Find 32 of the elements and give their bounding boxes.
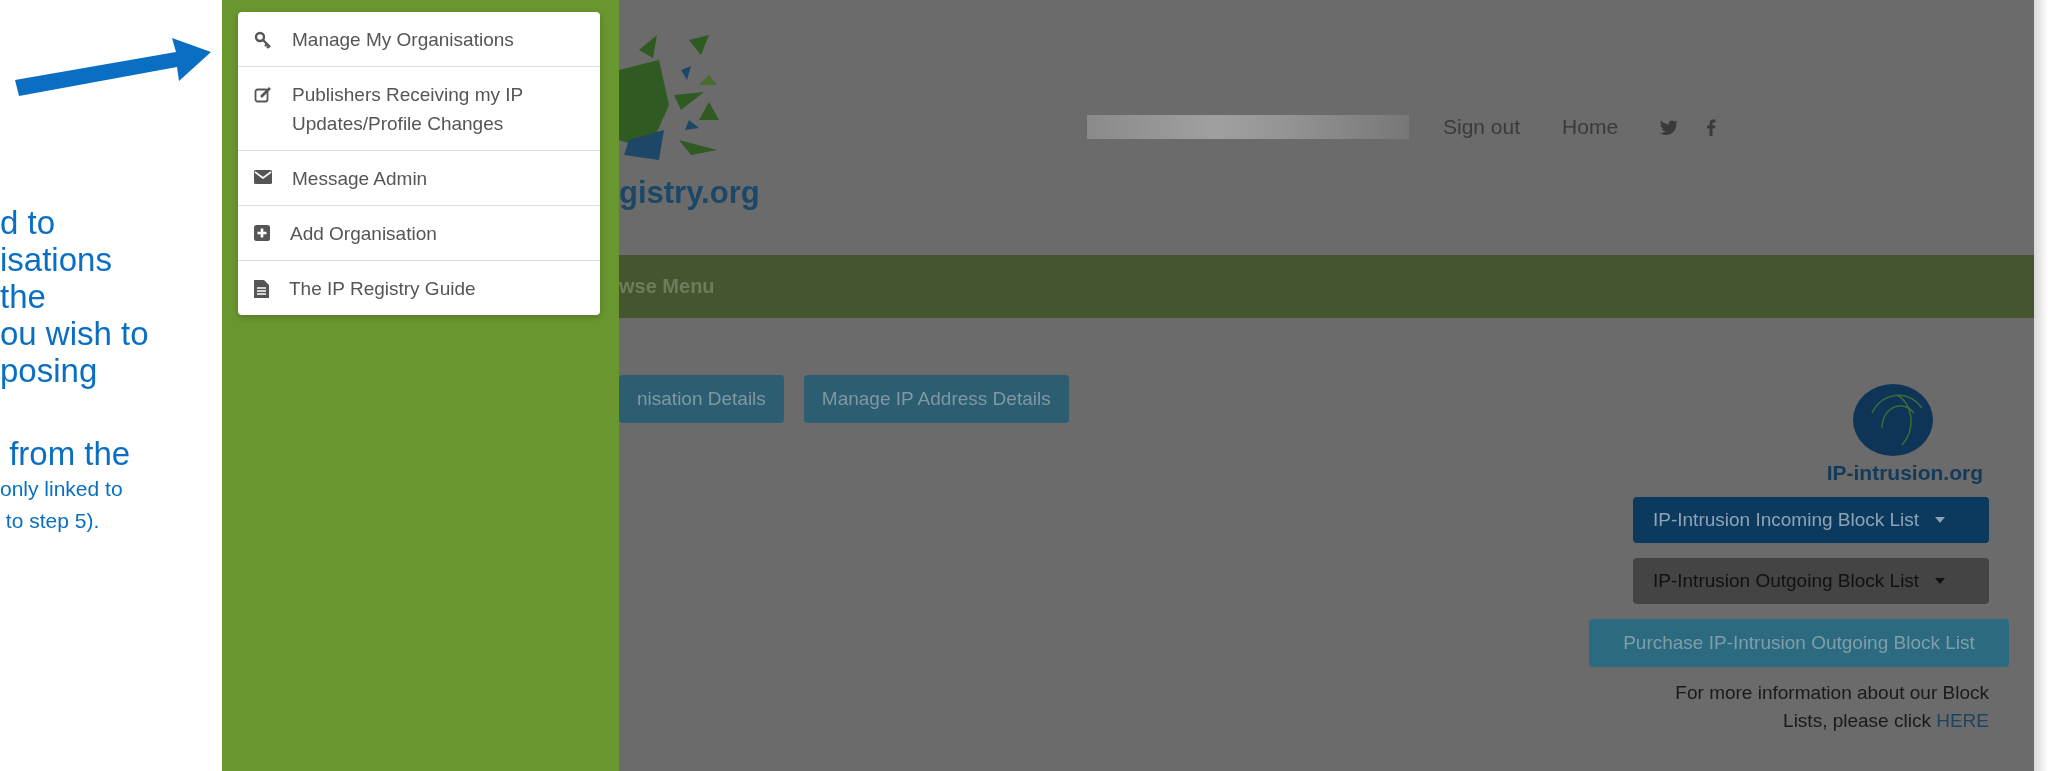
annotation-text: ou wish to <box>0 315 150 352</box>
caret-icon <box>1935 517 1946 523</box>
menu-item[interactable]: Message Admin <box>238 151 600 206</box>
annotation-text: from the <box>8 435 132 472</box>
annotation-note: only linked to <box>0 476 124 502</box>
logo-text: gistry.org <box>619 175 761 211</box>
menu-item[interactable]: Publishers Receiving my IP Updates/Profile Changes <box>238 67 600 151</box>
menu-item[interactable]: Manage My Organisations <box>238 12 600 67</box>
dropdown-button[interactable]: IP-Intrusion Incoming Block List <box>1633 497 1989 543</box>
annotation-text: isations <box>0 241 113 278</box>
action-button[interactable]: nisation Details <box>619 375 784 423</box>
partner-logo-text: IP-intrusion.org <box>1826 461 1983 485</box>
menu-item[interactable]: The IP Registry Guide <box>238 261 600 315</box>
info-text: For more information about our Block Lists, please click HERE <box>1674 681 1989 733</box>
edit-icon <box>254 86 272 104</box>
caret-icon <box>1935 578 1946 584</box>
twitter-icon[interactable] <box>1660 119 1679 135</box>
purchase-button[interactable]: Purchase IP-Intrusion Outgoing Block List <box>1589 619 2009 667</box>
action-button[interactable]: Manage IP Address Details <box>803 375 1069 423</box>
document-icon <box>254 280 269 298</box>
globe-logo-icon <box>1852 383 1934 457</box>
annotation-text: posing <box>0 352 99 389</box>
plus-square-icon <box>254 225 270 241</box>
annotation-note: to step 5). <box>4 508 101 534</box>
menu-item[interactable]: Add Organisation <box>238 206 600 261</box>
annotation-text: d to <box>0 204 57 241</box>
arrow-icon <box>13 38 213 98</box>
here-link[interactable]: HERE <box>1936 710 1989 731</box>
facebook-icon[interactable] <box>1706 118 1717 136</box>
envelope-icon <box>254 170 272 184</box>
annotation-text: the <box>0 278 47 315</box>
key-icon <box>254 31 272 49</box>
